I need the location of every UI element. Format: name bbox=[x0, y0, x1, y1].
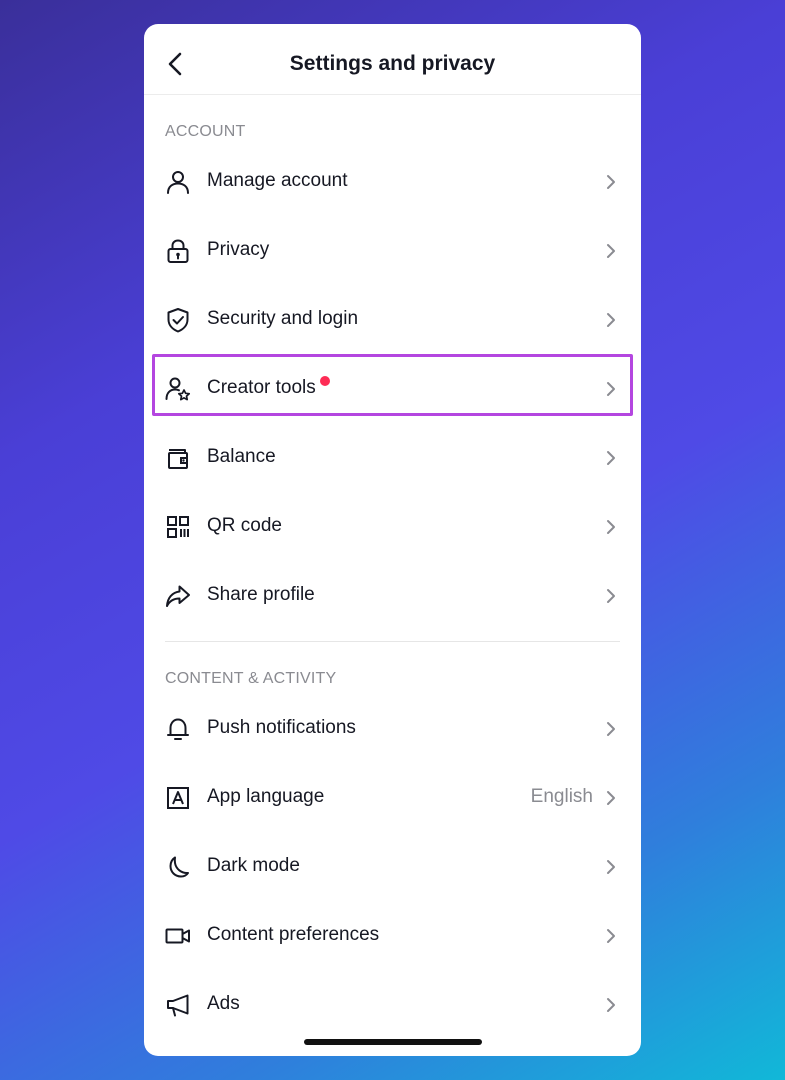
section-header-account: ACCOUNT bbox=[165, 123, 246, 140]
settings-item-app-language[interactable]: App language English bbox=[144, 763, 641, 832]
notification-badge bbox=[320, 376, 330, 386]
chevron-right-icon bbox=[607, 722, 615, 736]
chevron-right-icon bbox=[607, 791, 615, 805]
settings-screen: Settings and privacy ACCOUNT Manage acco… bbox=[144, 24, 641, 1056]
navigation-bar: Settings and privacy bbox=[144, 24, 641, 95]
megaphone-icon bbox=[167, 994, 189, 1017]
settings-item-label: Dark mode bbox=[207, 855, 300, 876]
page-title: Settings and privacy bbox=[289, 52, 496, 75]
settings-item-balance[interactable]: Balance bbox=[144, 423, 641, 492]
person-star-icon bbox=[165, 377, 191, 401]
bell-icon bbox=[167, 718, 189, 740]
shield-icon bbox=[167, 308, 189, 333]
language-value: English bbox=[530, 786, 593, 807]
settings-item-label: Manage account bbox=[207, 170, 348, 191]
settings-item-manage-account[interactable]: Manage account bbox=[144, 147, 641, 216]
settings-item-dark-mode[interactable]: Dark mode bbox=[144, 832, 641, 901]
chevron-right-icon bbox=[607, 313, 615, 327]
settings-item-label: Push notifications bbox=[207, 717, 356, 738]
chevron-right-icon bbox=[607, 929, 615, 943]
settings-item-label: Creator tools bbox=[207, 377, 316, 398]
language-icon bbox=[167, 787, 189, 809]
settings-item-label: Balance bbox=[207, 446, 276, 467]
chevron-right-icon bbox=[607, 451, 615, 465]
settings-item-label: Content preferences bbox=[207, 924, 380, 945]
chevron-right-icon bbox=[607, 244, 615, 258]
qr-code-icon bbox=[167, 516, 189, 538]
chevron-right-icon bbox=[607, 998, 615, 1012]
home-indicator[interactable] bbox=[304, 1039, 482, 1045]
chevron-right-icon bbox=[607, 520, 615, 534]
settings-item-security-and-login[interactable]: Security and login bbox=[144, 285, 641, 354]
lock-icon bbox=[167, 239, 189, 263]
chevron-right-icon bbox=[607, 175, 615, 189]
settings-item-ads[interactable]: Ads bbox=[144, 970, 641, 1039]
settings-item-creator-tools[interactable]: Creator tools bbox=[144, 354, 641, 423]
settings-item-label: Security and login bbox=[207, 308, 359, 329]
settings-item-privacy[interactable]: Privacy bbox=[144, 216, 641, 285]
settings-item-label: Share profile bbox=[207, 584, 315, 605]
share-arrow-icon bbox=[166, 585, 190, 607]
settings-item-label: Ads bbox=[207, 993, 240, 1014]
settings-item-label: QR code bbox=[207, 515, 282, 536]
settings-item-share-profile[interactable]: Share profile bbox=[144, 561, 641, 630]
person-icon bbox=[167, 171, 189, 194]
settings-item-label: App language bbox=[207, 786, 325, 807]
chevron-right-icon bbox=[607, 589, 615, 603]
wallet-icon bbox=[168, 449, 188, 469]
section-header-content-activity: CONTENT & ACTIVITY bbox=[165, 670, 337, 687]
settings-item-label: Privacy bbox=[207, 239, 270, 260]
moon-icon bbox=[169, 856, 189, 878]
chevron-right-icon bbox=[607, 860, 615, 874]
section-divider bbox=[165, 641, 620, 642]
settings-item-qr-code[interactable]: QR code bbox=[144, 492, 641, 561]
settings-item-content-preferences[interactable]: Content preferences bbox=[144, 901, 641, 970]
chevron-right-icon bbox=[607, 382, 615, 396]
settings-item-push-notifications[interactable]: Push notifications bbox=[144, 694, 641, 763]
video-camera-icon bbox=[165, 928, 190, 944]
